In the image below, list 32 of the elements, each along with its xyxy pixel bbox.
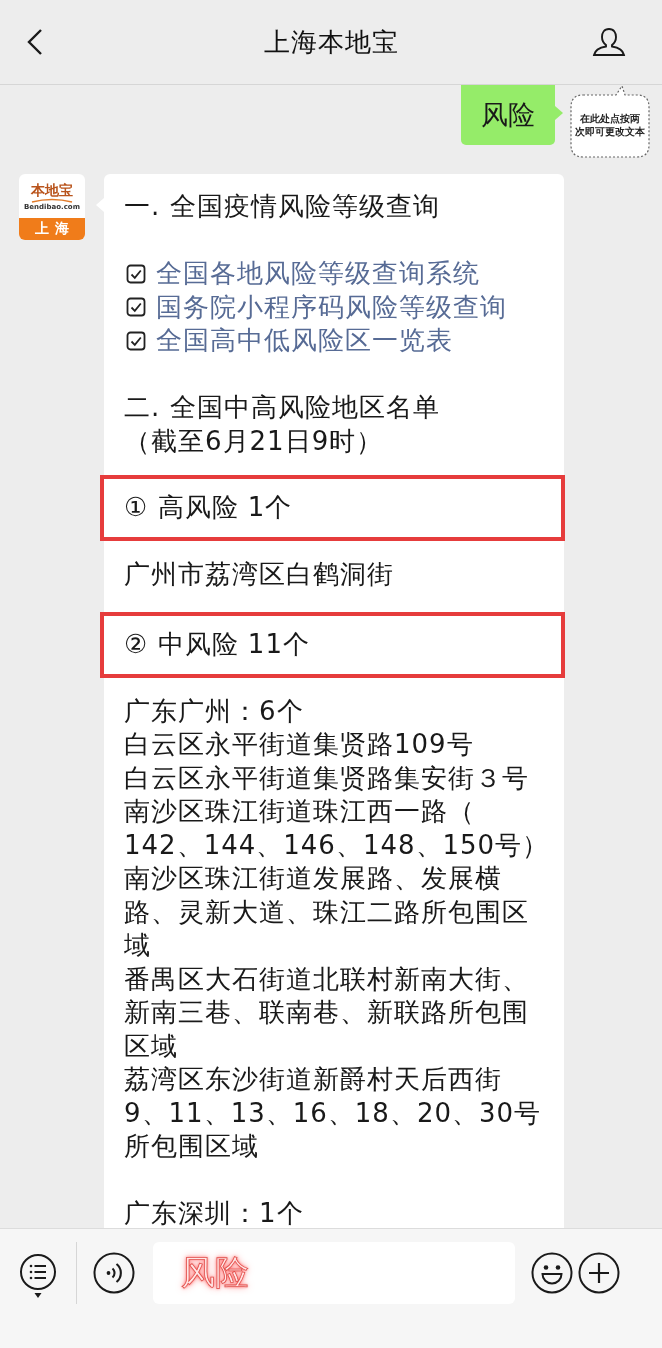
message-text: 广州市荔湾区白鹤洞街 <box>124 557 395 591</box>
message-text: 广东深圳：1个 <box>124 1197 305 1228</box>
message-text: 南沙区珠江街道发展路、发展横 路、灵新大道、珠江二路所包围区 域 <box>124 862 530 962</box>
checkbox-icon <box>126 330 146 351</box>
back-icon[interactable] <box>26 28 44 56</box>
checkbox-icon <box>126 297 146 318</box>
city-label: 上海 <box>19 218 85 240</box>
message-text: 荔湾区东沙街道新爵村天后西街 9、11、13、16、18、20、30号 所包围区域 <box>124 1063 542 1163</box>
logo-text: 本地宝 <box>31 181 73 198</box>
query-link[interactable]: 全国高中低风险区一览表 <box>156 324 453 358</box>
message-text: 南沙区珠江街道珠江西一路（ 142、144、146、148、150号） <box>124 795 542 862</box>
message-text: 广东广州：6个 <box>124 694 305 728</box>
person-icon[interactable] <box>592 27 626 57</box>
message-bubble: 风险 <box>461 85 563 145</box>
message-text: 白云区永平街道集贤路集安街３号 <box>124 761 530 795</box>
swoosh-icon <box>30 197 74 203</box>
message-text: 番禺区大石街道北联村新南大街、 新南三巷、联南巷、新联路所包围 区域 <box>124 962 530 1063</box>
emoji-icon[interactable] <box>531 1252 573 1294</box>
checkbox-icon <box>126 263 146 284</box>
voice-icon[interactable] <box>93 1252 135 1294</box>
message-text: 白云区永平街道集贤路109号 <box>124 728 475 761</box>
menu-icon[interactable] <box>19 1253 57 1299</box>
add-icon[interactable] <box>578 1252 620 1294</box>
risk-level-text: ② 中风险 11个 <box>124 629 310 659</box>
message-text: 二. 全国中高风险地区名单 <box>124 391 441 424</box>
query-link[interactable]: 全国各地风险等级查询系统 <box>156 257 480 291</box>
sticker-text: 在此处点按两 次即可更改文本 <box>574 112 646 138</box>
chat-title: 上海本地宝 <box>263 25 399 59</box>
query-link[interactable]: 国务院小程序码风险等级查询 <box>156 290 507 324</box>
risk-level-text: ① 高风险 1个 <box>124 492 293 522</box>
message-text: （截至6月21日9时） <box>124 424 385 458</box>
message-text: 一. 全国疫情风险等级查询 <box>124 190 441 223</box>
